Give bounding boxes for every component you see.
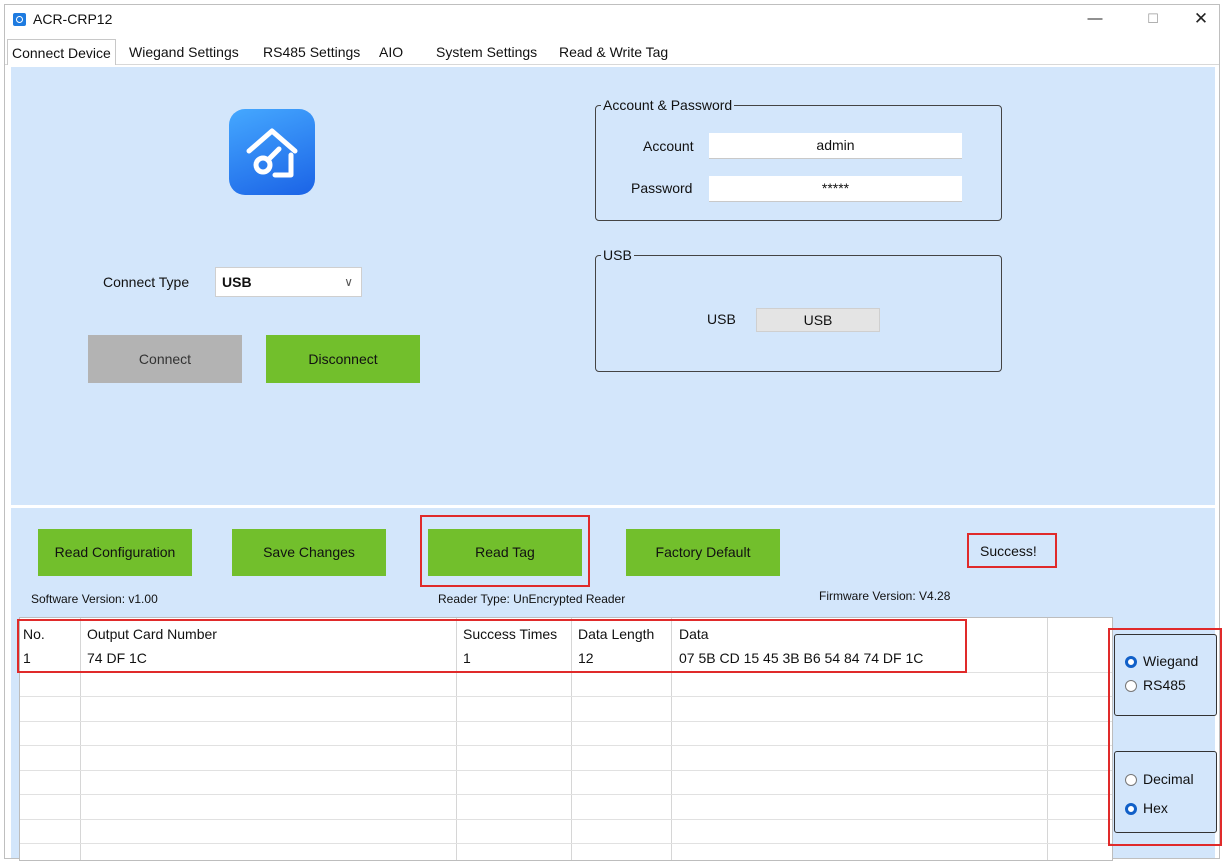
usb-group: USB USB USB [595, 247, 1002, 372]
operation-panel: Read Configuration Save Changes Read Tag… [11, 508, 1222, 861]
radio-wiegand[interactable]: Wiegand [1125, 653, 1198, 669]
house-key-icon [229, 109, 315, 195]
reader-type: Reader Type: UnEncrypted Reader [438, 592, 626, 606]
radio-decimal[interactable]: Decimal [1125, 771, 1194, 787]
radio-unchecked-icon [1125, 774, 1137, 786]
radio-unchecked-icon [1125, 680, 1137, 692]
password-input[interactable]: ***** [709, 176, 962, 202]
usb-button[interactable]: USB [756, 308, 880, 332]
tab-connect-device[interactable]: Connect Device [7, 39, 116, 65]
connect-button[interactable]: Connect [88, 335, 242, 383]
app-icon [13, 13, 26, 26]
account-password-group: Account & Password Account admin Passwor… [595, 97, 1002, 221]
radio-rs485-label: RS485 [1143, 677, 1186, 693]
password-label: Password [631, 180, 693, 196]
window-title: ACR-CRP12 [33, 11, 113, 27]
connect-panel: Connect Type USB ∨ Connect Disconnect Ac… [11, 67, 1215, 505]
app-window: ACR-CRP12 — ☐ ✕ Connect Device Wiegand S… [4, 4, 1222, 861]
connect-type-label: Connect Type [103, 274, 190, 290]
radio-checked-icon [1125, 656, 1137, 668]
status-text: Success! [980, 543, 1037, 559]
number-format-group: Decimal Hex [1114, 751, 1217, 833]
save-changes-button[interactable]: Save Changes [232, 529, 386, 576]
radio-decimal-label: Decimal [1143, 771, 1194, 787]
radio-wiegand-label: Wiegand [1143, 653, 1199, 669]
account-input[interactable]: admin [709, 133, 962, 159]
table-row-highlight [17, 619, 967, 673]
radio-hex[interactable]: Hex [1125, 800, 1168, 816]
account-password-legend: Account & Password [601, 97, 735, 113]
tab-bar: Connect Device Wiegand Settings RS485 Se… [5, 39, 1219, 65]
account-label: Account [643, 138, 694, 154]
factory-default-button[interactable]: Factory Default [626, 529, 780, 576]
read-configuration-button[interactable]: Read Configuration [38, 529, 192, 576]
software-version: Software Version: v1.00 [31, 592, 158, 606]
radio-hex-label: Hex [1143, 800, 1168, 816]
tab-wiegand-settings[interactable]: Wiegand Settings [125, 41, 243, 65]
minimize-button[interactable]: — [1073, 7, 1117, 31]
chevron-down-icon: ∨ [344, 275, 353, 289]
usb-legend: USB [601, 247, 634, 263]
usb-label: USB [707, 311, 736, 327]
connect-type-select[interactable]: USB ∨ [215, 267, 362, 297]
tab-rs485-settings[interactable]: RS485 Settings [259, 41, 364, 65]
tab-system-settings[interactable]: System Settings [432, 41, 541, 65]
tab-aio[interactable]: AIO [375, 41, 407, 65]
radio-rs485[interactable]: RS485 [1125, 677, 1186, 693]
radio-checked-icon [1125, 803, 1137, 815]
connect-type-value: USB [222, 274, 252, 290]
tab-read-write-tag[interactable]: Read & Write Tag [555, 41, 672, 65]
disconnect-button[interactable]: Disconnect [266, 335, 420, 383]
title-bar: ACR-CRP12 — ☐ ✕ [5, 5, 1219, 33]
firmware-version: Firmware Version: V4.28 [819, 589, 951, 603]
maximize-button[interactable]: ☐ [1131, 7, 1175, 31]
close-button[interactable]: ✕ [1179, 7, 1223, 31]
read-tag-highlight [420, 515, 590, 587]
output-mode-group: Wiegand RS485 [1114, 634, 1217, 716]
